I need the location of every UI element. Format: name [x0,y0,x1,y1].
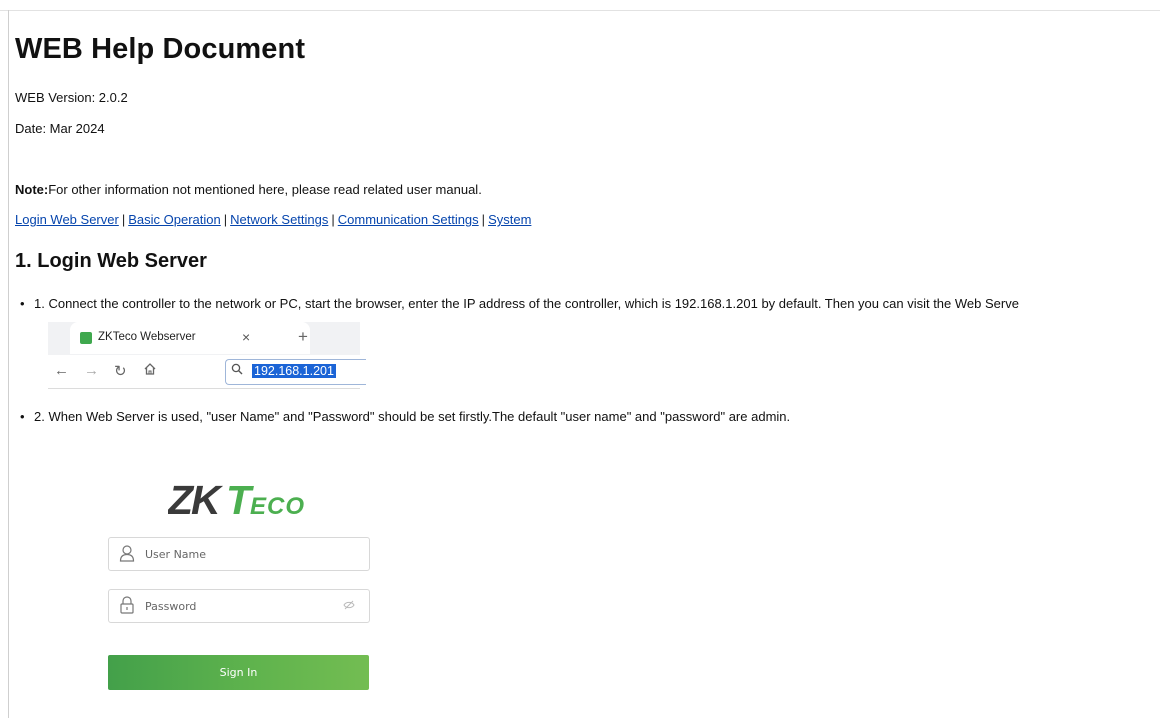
page-title: WEB Help Document [15,33,306,65]
note-text: For other information not mentioned here… [48,182,482,197]
search-icon [231,363,243,378]
link-separator: | [121,212,126,227]
eye-hidden-icon [343,600,355,613]
svg-text:ZK: ZK [168,478,224,520]
link-login-web-server[interactable]: Login Web Server [15,212,119,227]
browser-tab: ZKTeco Webserver × [70,322,310,354]
address-text: 192.168.1.201 [252,364,336,378]
version-text: WEB Version: 2.0.2 [15,90,128,105]
forward-arrow-icon: → [84,362,99,379]
home-icon [143,362,157,380]
page-top-border [0,10,1160,11]
link-system[interactable]: System [488,212,531,227]
link-separator: | [331,212,335,227]
new-tab-icon: + [298,327,308,346]
svg-text:ECO: ECO [250,493,305,520]
tab-close-icon: × [242,329,251,345]
link-separator: | [223,212,228,227]
reload-icon: ↻ [114,363,127,380]
section-nav-links: Login Web Server | Basic Operation | Network… [15,212,531,227]
back-arrow-icon: ← [54,362,69,379]
note-label: Note: [15,182,49,197]
date-text: Date: Mar 2024 [15,121,105,136]
browser-tab-title: ZKTeco Webserver [98,331,196,343]
username-field: User Name [108,537,370,571]
user-icon [119,544,135,562]
page-left-border [8,10,9,718]
browser-address-bar: 192.168.1.201 [225,359,366,385]
lock-icon [119,596,135,614]
sign-in-button: Sign In [108,655,369,690]
password-field: Password [108,589,370,623]
link-basic-operation[interactable]: Basic Operation [128,212,221,227]
step-1-item: 1. Connect the controller to the network… [20,296,1019,311]
step-2-item: 2. When Web Server is used, "user Name" … [20,409,790,424]
section-heading-login: 1. Login Web Server [15,250,207,272]
username-placeholder: User Name [145,548,207,561]
link-communication-settings[interactable]: Communication Settings [338,212,479,227]
browser-screenshot: ZKTeco Webserver × + ← → ↻ 192.168.1.201 [48,322,366,389]
zkteco-favicon-icon [80,332,92,344]
password-placeholder: Password [145,600,197,613]
browser-nav-row: ← → ↻ 192.168.1.201 [48,355,366,388]
zkteco-logo: ZK T ECO [167,477,313,525]
link-separator: | [481,212,486,227]
note-paragraph: Note:For other information not mentioned… [15,182,482,197]
link-network-settings[interactable]: Network Settings [230,212,328,227]
